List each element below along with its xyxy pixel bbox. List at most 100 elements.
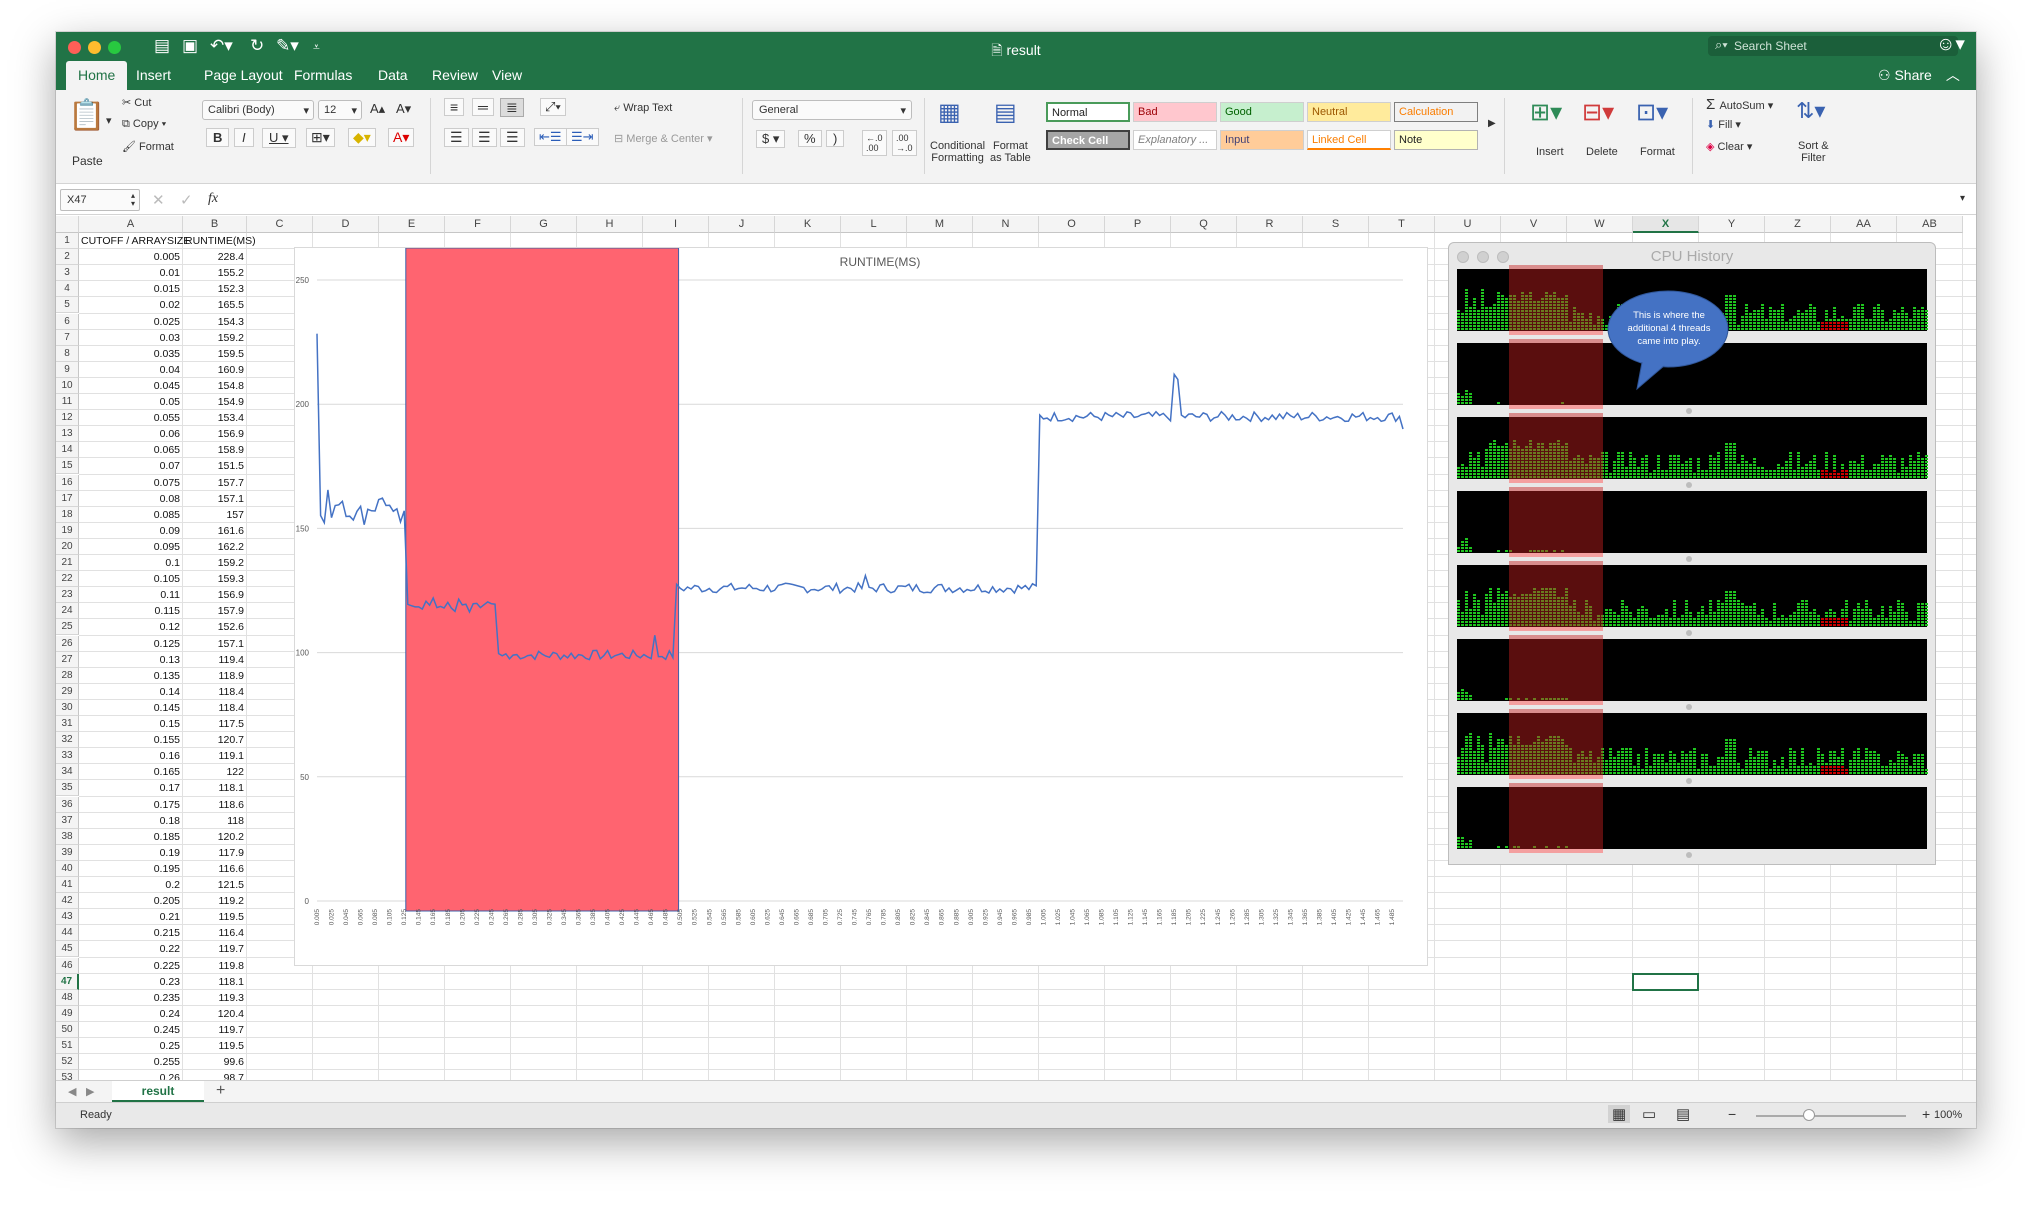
share-button[interactable]: ⚇ Share ︿ (1878, 65, 1960, 85)
cell-B28[interactable]: 118.9 (185, 668, 245, 684)
cell-B21[interactable]: 159.2 (185, 555, 244, 571)
cell-B18[interactable]: 157 (185, 507, 244, 523)
cell-B32[interactable]: 120.7 (185, 732, 244, 748)
format-as-table-icon[interactable]: ▤ (994, 98, 1017, 127)
align-center-icon[interactable]: ☰ (472, 128, 497, 147)
row-header-8[interactable]: 8 (56, 345, 79, 362)
row-header-34[interactable]: 34 (56, 764, 79, 781)
currency-format-button[interactable]: $ ▾ (756, 130, 786, 148)
cell-A28[interactable]: 0.135 (81, 668, 180, 684)
column-header-R[interactable]: R (1237, 216, 1303, 233)
cell-B2[interactable]: 228.4 (185, 249, 244, 265)
delete-cells-button[interactable]: Delete (1586, 146, 1618, 158)
cell-A39[interactable]: 0.19 (81, 845, 180, 861)
column-header-N[interactable]: N (973, 216, 1039, 233)
row-header-7[interactable]: 7 (56, 329, 79, 346)
cell-A47[interactable]: 0.23 (81, 974, 180, 990)
cell-A26[interactable]: 0.125 (81, 636, 180, 652)
prev-sheet-icon[interactable]: ◀ (68, 1085, 76, 1098)
row-header-15[interactable]: 15 (56, 458, 79, 475)
paste-dropdown-icon[interactable]: ▾ (106, 114, 112, 127)
column-header-T[interactable]: T (1369, 216, 1435, 233)
cell-A5[interactable]: 0.02 (81, 297, 180, 313)
cell-A42[interactable]: 0.205 (81, 893, 180, 909)
column-header-K[interactable]: K (775, 216, 841, 233)
row-header-27[interactable]: 27 (56, 651, 79, 668)
cell-A31[interactable]: 0.15 (81, 716, 180, 732)
page-layout-view-icon[interactable]: ▭ (1642, 1105, 1656, 1123)
column-header-U[interactable]: U (1435, 216, 1501, 233)
row-header-35[interactable]: 35 (56, 780, 79, 797)
cell-A40[interactable]: 0.195 (81, 861, 180, 877)
cell-B45[interactable]: 119.7 (185, 941, 245, 957)
insert-cells-button[interactable]: Insert (1536, 146, 1564, 158)
styles-more-arrow-icon[interactable]: ▶ (1488, 118, 1496, 129)
cell-B20[interactable]: 162.2 (185, 539, 244, 555)
row-header-36[interactable]: 36 (56, 796, 79, 813)
cell-B10[interactable]: 154.8 (185, 378, 244, 394)
cell-A20[interactable]: 0.095 (81, 539, 180, 555)
row-header-20[interactable]: 20 (56, 538, 79, 555)
style-input[interactable]: Input (1220, 130, 1304, 150)
row-header-39[interactable]: 39 (56, 844, 79, 861)
cell-B49[interactable]: 120.4 (185, 1006, 244, 1022)
page-break-view-icon[interactable]: ▤ (1676, 1105, 1690, 1123)
row-header-10[interactable]: 10 (56, 377, 79, 394)
merge-center-button[interactable]: ⊟ Merge & Center ▾ (614, 132, 713, 145)
cell-B19[interactable]: 161.6 (185, 523, 244, 539)
cell-A48[interactable]: 0.235 (81, 990, 180, 1006)
cell-A1[interactable]: CUTOFF / ARRAYSIZE (81, 233, 190, 249)
tab-home[interactable]: Home (66, 61, 128, 90)
cell-B41[interactable]: 121.5 (185, 877, 244, 893)
confirm-entry-icon[interactable]: ✓ (180, 191, 193, 209)
column-header-F[interactable]: F (445, 216, 511, 233)
style-linked-cell[interactable]: Linked Cell (1307, 130, 1391, 150)
cell-A14[interactable]: 0.065 (81, 442, 180, 458)
row-header-41[interactable]: 41 (56, 877, 79, 893)
column-header-H[interactable]: H (577, 216, 643, 233)
style-calculation[interactable]: Calculation (1394, 102, 1478, 122)
cell-B50[interactable]: 119.7 (185, 1022, 245, 1038)
cell-A45[interactable]: 0.22 (81, 941, 180, 957)
tab-data[interactable]: Data (366, 61, 420, 90)
cell-B4[interactable]: 152.3 (185, 281, 244, 297)
row-header-32[interactable]: 32 (56, 732, 79, 749)
cell-B29[interactable]: 118.4 (185, 684, 245, 700)
cell-A4[interactable]: 0.015 (81, 281, 180, 297)
paste-button[interactable]: Paste (72, 154, 103, 168)
cell-B1[interactable]: RUNTIME(MS) (185, 233, 256, 249)
row-header-13[interactable]: 13 (56, 426, 79, 443)
row-header-38[interactable]: 38 (56, 828, 79, 845)
cell-B14[interactable]: 158.9 (185, 442, 244, 458)
align-right-icon[interactable]: ☰ (500, 128, 525, 147)
row-header-11[interactable]: 11 (56, 394, 79, 410)
column-header-D[interactable]: D (313, 216, 379, 233)
row-header-4[interactable]: 4 (56, 281, 79, 298)
worksheet-grid[interactable]: 5554535251504948474645444342414039383736… (56, 216, 1976, 1112)
cell-B48[interactable]: 119.3 (185, 990, 245, 1006)
copy-button[interactable]: ⧉ Copy ▾ (122, 118, 166, 131)
column-header-Q[interactable]: Q (1171, 216, 1237, 233)
cpu-history-window[interactable]: CPU History This is where the additional… (1448, 242, 1936, 865)
next-sheet-icon[interactable]: ▶ (86, 1085, 94, 1098)
cell-A30[interactable]: 0.145 (81, 700, 180, 716)
align-bottom-icon[interactable]: ≣ (500, 98, 524, 117)
cell-B5[interactable]: 165.5 (185, 297, 244, 313)
increase-font-size-icon[interactable]: A▴ (370, 101, 385, 117)
decrease-font-size-icon[interactable]: A▾ (396, 101, 411, 117)
cell-A12[interactable]: 0.055 (81, 410, 180, 426)
cell-A52[interactable]: 0.255 (81, 1054, 180, 1070)
row-header-2[interactable]: 2 (56, 249, 79, 266)
row-header-46[interactable]: 46 (56, 957, 79, 974)
cell-A35[interactable]: 0.17 (81, 780, 180, 796)
row-header-22[interactable]: 22 (56, 571, 79, 588)
borders-icon[interactable]: ⊞▾ (306, 128, 335, 147)
cell-A29[interactable]: 0.14 (81, 684, 180, 700)
row-header-29[interactable]: 29 (56, 683, 79, 700)
column-header-G[interactable]: G (511, 216, 577, 233)
zoom-slider[interactable] (1756, 1115, 1906, 1117)
tab-page-layout[interactable]: Page Layout (192, 61, 295, 90)
style-good[interactable]: Good (1220, 102, 1304, 122)
cell-A2[interactable]: 0.005 (81, 249, 180, 265)
cell-B27[interactable]: 119.4 (185, 652, 245, 668)
